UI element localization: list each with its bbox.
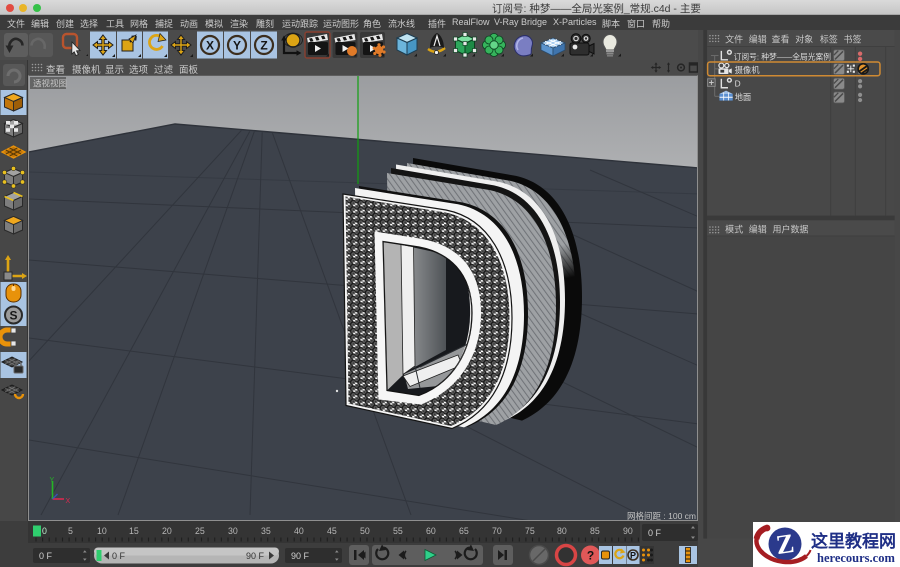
svg-text:40: 40 [294, 526, 304, 536]
svg-text:Z: Z [260, 39, 267, 53]
svg-text:网格间距 : 100 cm: 网格间距 : 100 cm [627, 511, 696, 521]
svg-text:5: 5 [68, 526, 73, 536]
svg-text:60: 60 [426, 526, 436, 536]
svg-text:订阅号: 种梦——全局光案例: 订阅号: 种梦——全局光案例 [734, 51, 832, 61]
svg-text:模式: 模式 [725, 224, 743, 235]
svg-text:0 F: 0 F [112, 551, 126, 561]
svg-text:D: D [735, 78, 741, 88]
svg-text:45: 45 [327, 526, 337, 536]
svg-text:65: 65 [459, 526, 469, 536]
svg-text:X: X [206, 39, 214, 53]
svg-text:0 F: 0 F [39, 551, 53, 561]
svg-text:编辑: 编辑 [749, 224, 767, 235]
svg-text:10: 10 [97, 526, 107, 536]
svg-text:50: 50 [360, 526, 370, 536]
svg-text:35: 35 [261, 526, 271, 536]
svg-text:X: X [66, 498, 71, 505]
svg-text:85: 85 [590, 526, 600, 536]
svg-text:55: 55 [393, 526, 403, 536]
svg-text:Y: Y [233, 39, 241, 53]
svg-text:0 F: 0 F [648, 528, 662, 538]
svg-text:90: 90 [623, 526, 633, 536]
svg-text:地面: 地面 [735, 92, 752, 102]
svg-text:0: 0 [42, 526, 47, 536]
svg-text:herecours.com: herecours.com [817, 551, 895, 565]
svg-text:这里教程网: 这里教程网 [811, 531, 896, 551]
svg-text:书签: 书签 [844, 33, 862, 44]
svg-text:90 F: 90 F [246, 551, 265, 561]
svg-text:75: 75 [525, 526, 535, 536]
svg-text:Y: Y [50, 477, 55, 484]
svg-text:编辑: 编辑 [749, 33, 767, 44]
svg-text:摄像机: 摄像机 [735, 65, 761, 75]
svg-text:P: P [630, 551, 636, 561]
svg-text:文件: 文件 [725, 33, 743, 44]
svg-text:用户数据: 用户数据 [772, 224, 808, 235]
svg-text:30: 30 [228, 526, 238, 536]
svg-text:透视视图: 透视视图 [33, 79, 67, 89]
svg-text:S: S [9, 309, 17, 323]
svg-text:70: 70 [492, 526, 502, 536]
svg-text:15: 15 [129, 526, 139, 536]
svg-text:20: 20 [162, 526, 172, 536]
svg-text:标签: 标签 [820, 33, 838, 44]
svg-text:查看: 查看 [772, 33, 790, 44]
svg-text:?: ? [587, 549, 594, 563]
svg-text:90 F: 90 F [291, 551, 310, 561]
svg-text:80: 80 [557, 526, 567, 536]
svg-text:25: 25 [195, 526, 205, 536]
svg-text:对象: 对象 [795, 33, 813, 44]
